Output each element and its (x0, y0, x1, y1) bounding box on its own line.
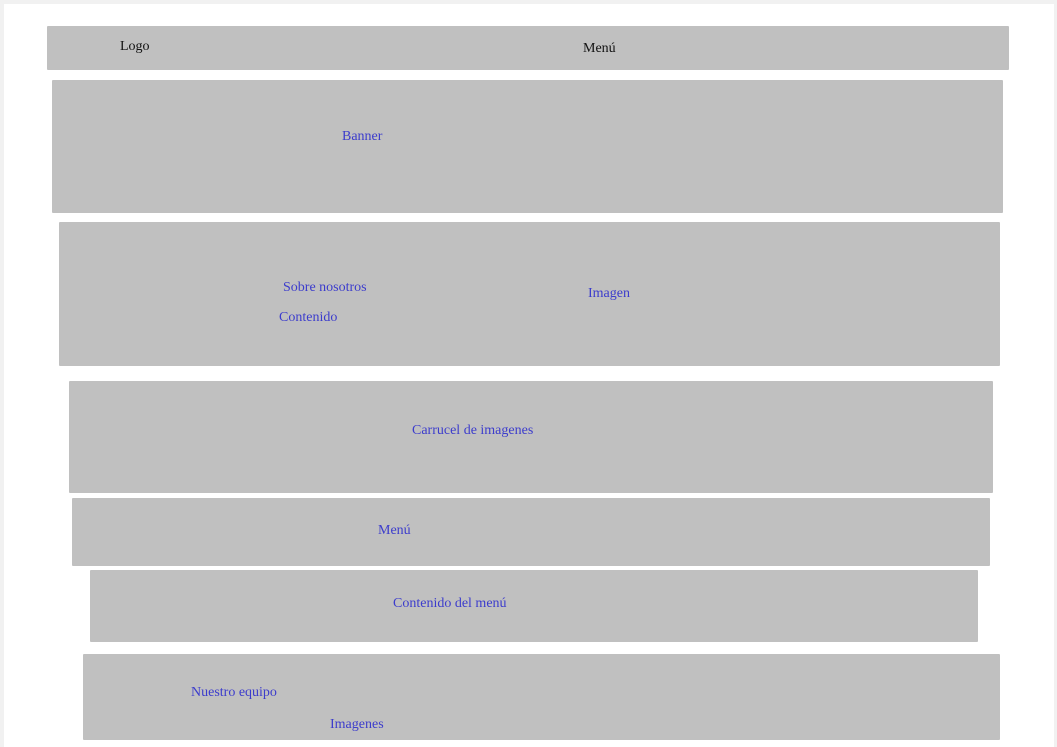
about-title-label: Sobre nosotros (283, 280, 367, 295)
team-images-label: Imagenes (330, 717, 384, 732)
carousel-label: Carrucel de imagenes (412, 423, 534, 438)
banner-label: Banner (342, 129, 383, 144)
header-block (47, 26, 1009, 70)
about-image-label: Imagen (588, 286, 630, 301)
menu-content-block (90, 570, 978, 642)
banner-block (52, 80, 1003, 213)
menu-block (72, 498, 990, 566)
about-content-label: Contenido (279, 310, 338, 325)
header-menu-label: Menú (583, 41, 616, 56)
team-title-label: Nuestro equipo (191, 685, 277, 700)
header-logo-label: Logo (120, 39, 150, 54)
menu-section-label: Menú (378, 523, 411, 538)
about-block (59, 222, 1000, 366)
menu-content-label: Contenido del menú (393, 596, 507, 611)
